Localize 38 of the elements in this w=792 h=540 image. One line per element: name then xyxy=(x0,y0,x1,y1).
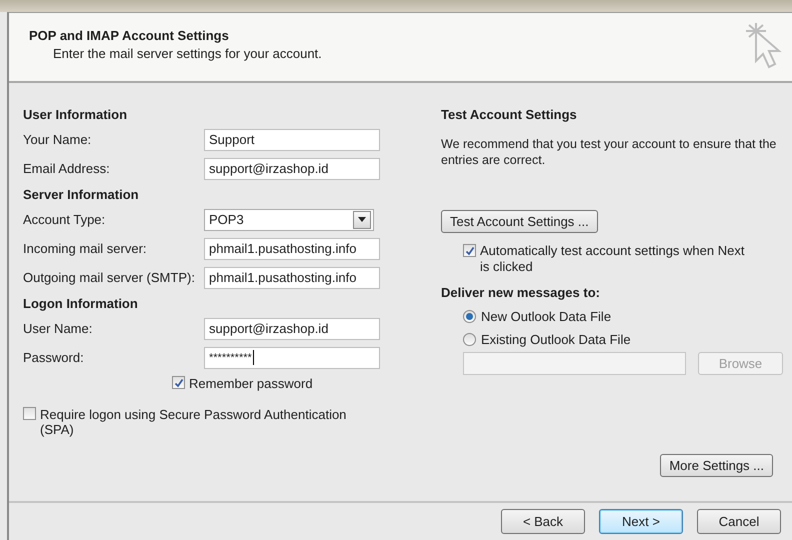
text-field[interactable]: Support xyxy=(204,128,380,150)
section-heading: Server Information xyxy=(23,186,140,204)
field-label: Outgoing mail server (SMTP): xyxy=(23,270,196,285)
radio-label: Existing Outlook Data File xyxy=(481,332,631,347)
data-file-path-field[interactable] xyxy=(463,352,686,375)
more-settings-button[interactable]: More Settings ... xyxy=(660,454,773,477)
checkbox[interactable] xyxy=(172,376,185,389)
account-type-dropdown[interactable]: POP3 xyxy=(204,208,374,230)
test-account-settings-button[interactable]: Test Account Settings ... xyxy=(441,210,598,233)
field-label: User Name: xyxy=(23,321,94,336)
radio-label: New Outlook Data File xyxy=(481,309,612,324)
checkbox-label: Require logon using Secure Password Authentication (SPA) xyxy=(40,407,348,437)
dialog-button[interactable]: Next > xyxy=(599,509,683,534)
dialog-title: POP and IMAP Account Settings xyxy=(29,28,230,43)
field-label: Incoming mail server: xyxy=(23,241,148,256)
radio-button[interactable] xyxy=(463,310,476,323)
checkbox[interactable] xyxy=(23,407,36,420)
text-field[interactable]: phmail1.pusathosting.info xyxy=(204,266,380,288)
section-heading: User Information xyxy=(23,106,128,124)
dialog-button[interactable]: < Back xyxy=(501,509,585,534)
text-field[interactable]: support@irzashop.id xyxy=(204,158,380,180)
field-label: Your Name: xyxy=(23,132,92,147)
checkbox-label: Remember password xyxy=(189,376,313,391)
text-field[interactable]: phmail1.pusathosting.info xyxy=(204,238,380,260)
field-label: Account Type: xyxy=(23,212,106,227)
field-label: Password: xyxy=(23,350,85,365)
dialog-button[interactable]: Cancel xyxy=(697,509,781,534)
description-text: We recommend that you test your account to ensure that the entries are correct. xyxy=(441,136,778,168)
radio-button[interactable] xyxy=(463,333,476,346)
password-field[interactable]: ********** xyxy=(204,346,380,368)
text-field[interactable]: support@irzashop.id xyxy=(204,318,380,340)
section-heading: Test Account Settings xyxy=(441,106,578,124)
section-heading: Logon Information xyxy=(23,294,139,313)
field-label: Email Address: xyxy=(23,161,111,176)
checkbox[interactable] xyxy=(463,244,476,257)
checkbox-label: Automatically test account settings when Next is clicked xyxy=(480,243,746,275)
section-heading: Deliver new messages to: xyxy=(441,284,601,302)
dialog-subtitle: Enter the mail server settings for your account. xyxy=(52,46,322,61)
